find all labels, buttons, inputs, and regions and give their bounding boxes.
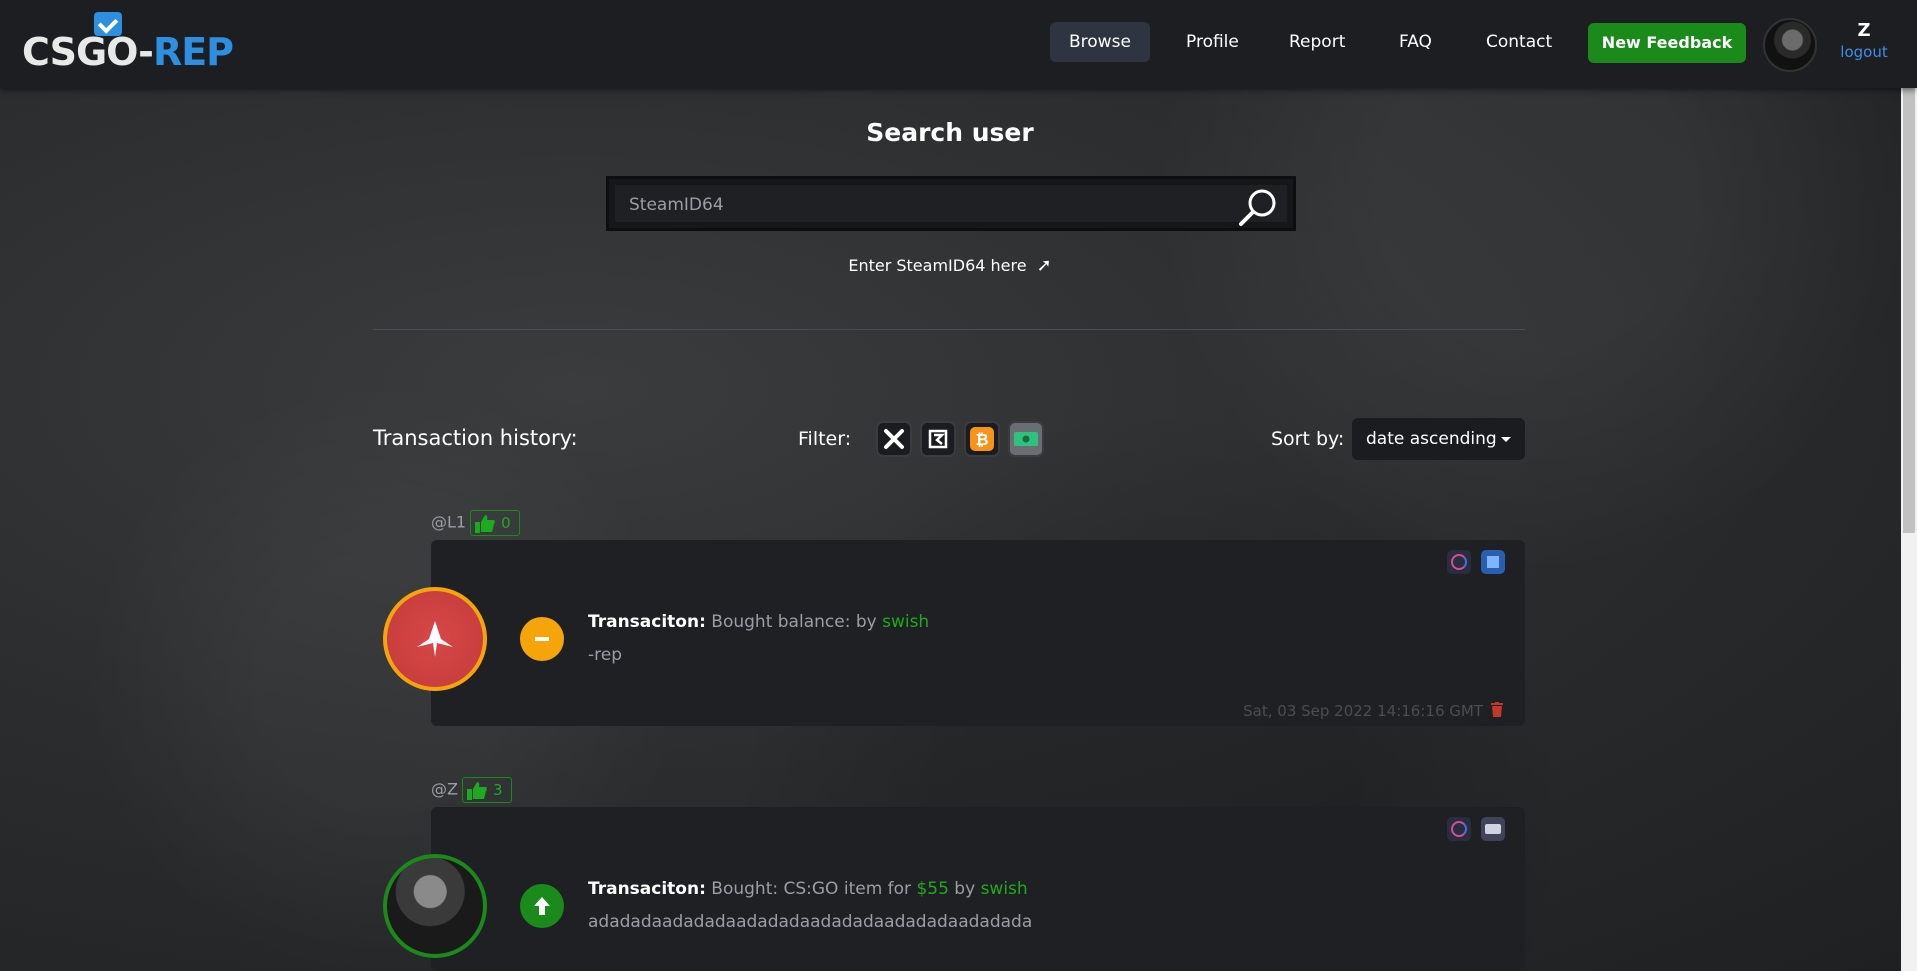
amount: $55 (916, 879, 949, 899)
search-icon[interactable] (1237, 187, 1279, 227)
bitcoin-icon: ₿ (970, 427, 994, 451)
skinport-icon (928, 429, 948, 449)
rep-badge: 3 (461, 777, 512, 803)
star-logo-icon (417, 621, 453, 657)
nav-profile[interactable]: Profile (1167, 22, 1258, 62)
nav-contact[interactable]: Contact (1467, 22, 1571, 62)
cash-icon (1014, 432, 1038, 446)
transaction-line: Transaciton: Bought: CS:GO item for $55 … (588, 879, 1028, 899)
site-logo[interactable]: CSGO-REP (22, 12, 234, 76)
feedback-user[interactable]: @Z (431, 780, 458, 799)
sort-dropdown[interactable]: date ascending (1352, 418, 1525, 460)
feedback-comment: adadadaadadadaadadadaadadadaadadadaadada… (588, 912, 1033, 932)
svg-text:₿: ₿ (975, 430, 988, 449)
user-avatar-large[interactable] (383, 587, 487, 691)
navbar: CSGO-REP Browse Profile Report FAQ Conta… (0, 0, 1917, 88)
scrollbar-thumb[interactable] (1903, 88, 1915, 533)
new-feedback-button[interactable]: New Feedback (1588, 23, 1746, 63)
filter-label: Filter: (798, 428, 852, 450)
platform-icon (1447, 550, 1471, 574)
search-input[interactable] (627, 185, 1211, 224)
feedback-date: Sat, 03 Sep 2022 14:16:16 GMT (1243, 702, 1483, 720)
filter-close[interactable] (876, 421, 912, 457)
minus-icon (535, 637, 549, 641)
user-avatar[interactable] (1763, 18, 1817, 72)
filter-bitcoin[interactable]: ₿ (964, 421, 1000, 457)
search-box (606, 176, 1296, 231)
arrow-up-icon (534, 897, 550, 915)
page-scrollbar[interactable] (1901, 0, 1917, 971)
filter-skinport[interactable] (920, 421, 956, 457)
seller-link[interactable]: swish (981, 879, 1028, 899)
logo-text: CSGO-REP (22, 30, 234, 74)
nav-browse[interactable]: Browse (1050, 22, 1150, 62)
user-avatar-large[interactable] (383, 854, 487, 958)
feedback-header: @L1 0 (431, 510, 520, 536)
feedback-header: @Z 3 (431, 777, 512, 803)
sort-label: Sort by: (1271, 428, 1345, 450)
transaction-line: Transaciton: Bought balance: by swish (588, 612, 930, 632)
username: Z (1857, 20, 1871, 41)
trash-icon[interactable] (1491, 702, 1503, 717)
rep-badge: 0 (470, 510, 520, 536)
divider (373, 329, 1525, 330)
arrow-up-right-icon: ➚ (1036, 255, 1052, 276)
card-icons (1437, 550, 1505, 574)
nav-report[interactable]: Report (1270, 22, 1364, 62)
vote-indicator (520, 884, 564, 928)
seller-link[interactable]: swish (882, 612, 929, 632)
search-hint: Enter SteamID64 here ➚ (848, 255, 1052, 276)
id-card-icon (1481, 817, 1505, 841)
history-label: Transaction history: (373, 426, 578, 450)
user-info: Z logout (1834, 20, 1894, 61)
filter-cash[interactable] (1008, 421, 1044, 457)
caret-down-icon (1501, 437, 1511, 442)
thumbs-up-icon (466, 781, 487, 800)
card-icons (1437, 817, 1505, 841)
feedback-comment: -rep (588, 645, 622, 665)
platform-icon (1447, 817, 1471, 841)
logout-link[interactable]: logout (1834, 43, 1894, 61)
nav-faq[interactable]: FAQ (1380, 22, 1451, 62)
search-title: Search user (866, 118, 1034, 147)
thumbs-up-icon (475, 514, 495, 533)
site-icon (1481, 550, 1505, 574)
close-icon (884, 429, 904, 449)
feedback-card: Sat, 03 Sep 2022 14:16:16 GMT (431, 540, 1525, 726)
vote-indicator (520, 617, 564, 661)
feedback-user[interactable]: @L1 (431, 513, 466, 532)
